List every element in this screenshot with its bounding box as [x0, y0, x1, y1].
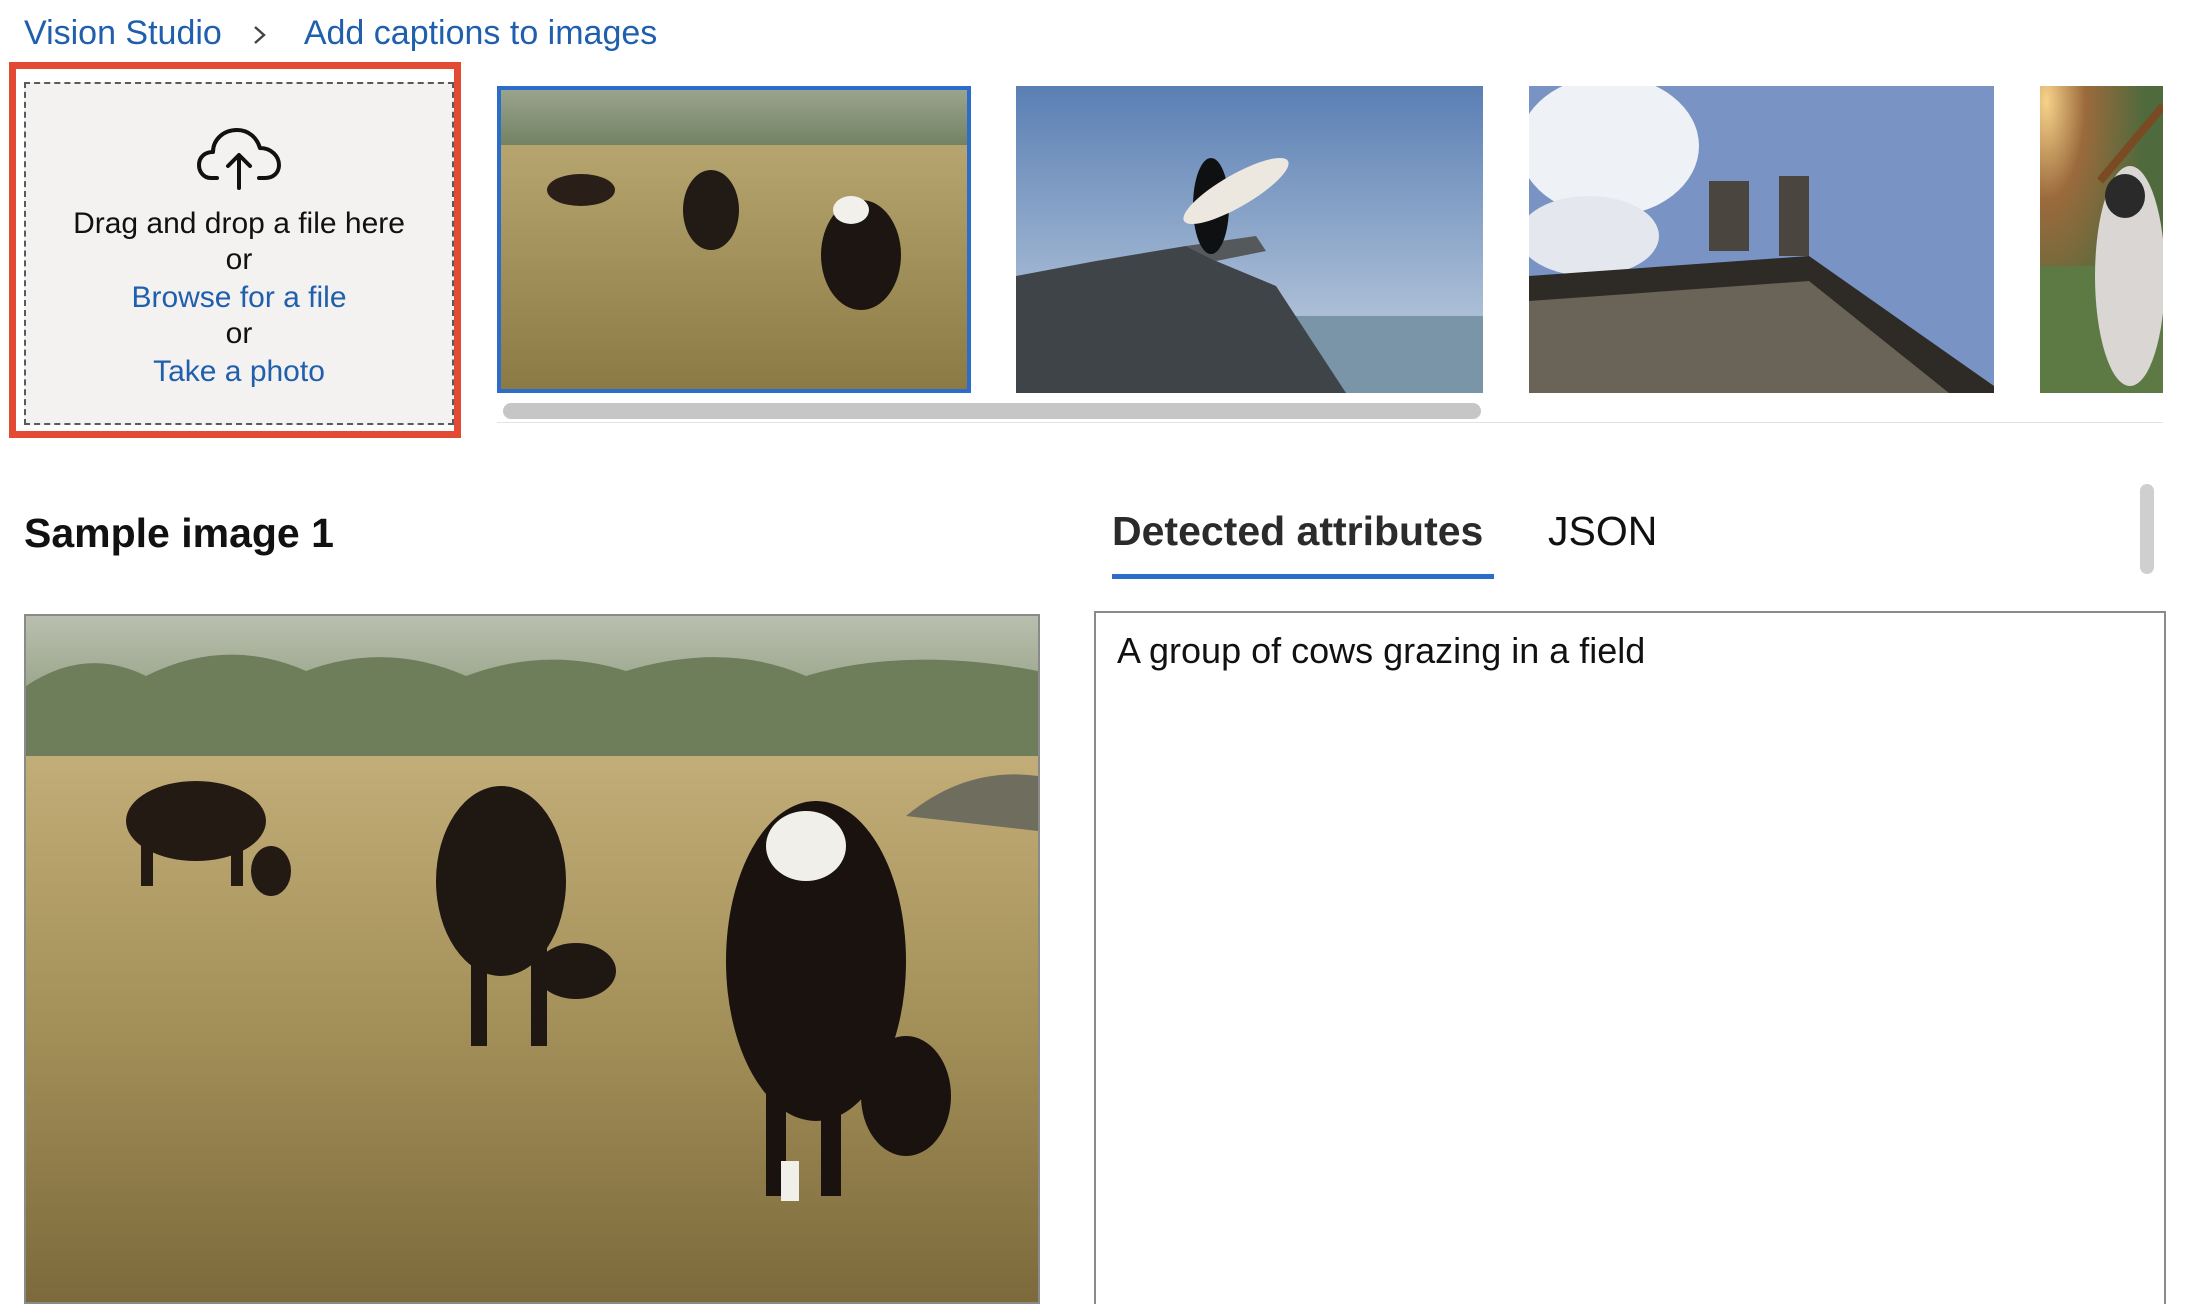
building-thumbnail-image: [1529, 86, 1994, 393]
panel-scrollbar-thumb[interactable]: [2140, 484, 2154, 574]
sample-image-title: Sample image 1: [24, 510, 334, 556]
thumbnail-baseball[interactable]: [2040, 86, 2163, 393]
tab-json[interactable]: JSON: [1548, 508, 1657, 555]
breadcrumb: Vision Studio Add captions to images: [24, 14, 657, 53]
thumbnail-cows[interactable]: [497, 86, 971, 393]
active-tab-indicator: [1112, 574, 1494, 579]
surfer-thumbnail-image: [1016, 86, 1483, 393]
file-drop-zone[interactable]: Drag and drop a file here or Browse for …: [24, 82, 454, 425]
caption-result-text: A group of cows grazing in a field: [1117, 630, 1646, 671]
or-text: or: [225, 317, 253, 350]
thumbnail-building[interactable]: [1529, 86, 1994, 393]
tab-detected-attributes[interactable]: Detected attributes: [1112, 508, 1483, 555]
gallery-scrollbar-thumb[interactable]: [503, 403, 1481, 419]
or-text: or: [225, 243, 253, 276]
drag-drop-text: Drag and drop a file here: [73, 207, 405, 240]
cows-image: [26, 616, 1038, 1302]
thumbnail-surfer[interactable]: [1016, 86, 1483, 393]
breadcrumb-vision-studio[interactable]: Vision Studio: [24, 14, 222, 53]
detected-attributes-panel: [1094, 611, 2166, 1304]
baseball-thumbnail-image: [2040, 86, 2163, 393]
take-photo-link[interactable]: Take a photo: [153, 354, 325, 390]
breadcrumb-add-captions[interactable]: Add captions to images: [304, 14, 657, 53]
cows-thumbnail-image: [501, 90, 967, 389]
chevron-right-icon: [248, 17, 278, 51]
cloud-upload-icon: [197, 128, 281, 190]
browse-file-link[interactable]: Browse for a file: [131, 280, 346, 316]
sample-image-preview: [24, 614, 1040, 1304]
